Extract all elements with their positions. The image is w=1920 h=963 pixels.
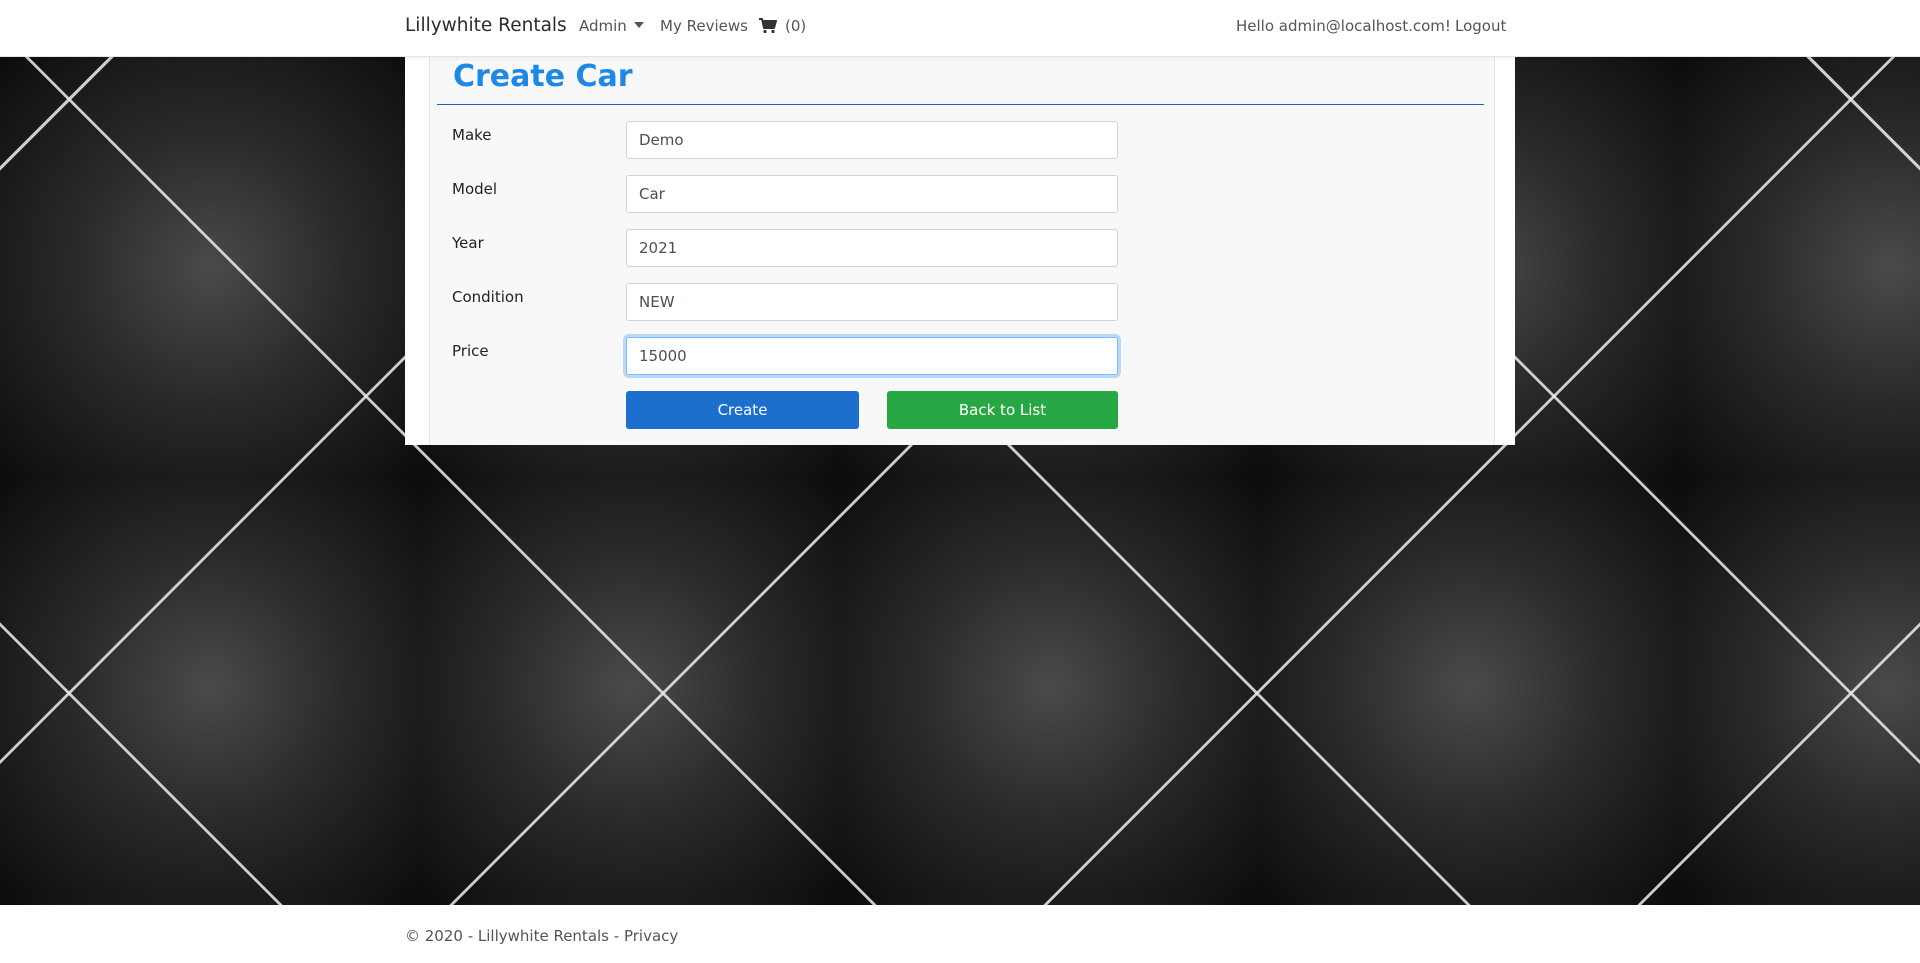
privacy-link[interactable]: Privacy: [624, 927, 678, 945]
admin-dropdown[interactable]: Admin: [579, 17, 644, 35]
condition-input[interactable]: [626, 283, 1118, 321]
cart-count: (0): [785, 17, 807, 35]
caret-down-icon: [633, 22, 644, 28]
copyright-text: © 2020 - Lillywhite Rentals -: [405, 927, 620, 945]
top-navbar: Lillywhite Rentals Admin My Reviews (0) …: [0, 0, 1920, 57]
title-divider: [437, 104, 1484, 105]
model-label: Model: [452, 180, 498, 198]
model-row: Model: [405, 175, 1515, 215]
user-greeting-link[interactable]: Hello admin@localhost.com!: [1236, 17, 1451, 35]
create-car-panel: Create Car Make Model Year Condition Pri…: [405, 57, 1515, 445]
make-label: Make: [452, 126, 492, 144]
price-label: Price: [452, 342, 489, 360]
footer: © 2020 - Lillywhite Rentals - Privacy: [0, 905, 1920, 963]
logout-button[interactable]: Logout: [1455, 17, 1506, 35]
navbar-container: Lillywhite Rentals Admin My Reviews (0) …: [405, 0, 1515, 56]
footer-text: © 2020 - Lillywhite Rentals - Privacy: [405, 927, 678, 945]
actions-row: Create Back to List: [405, 391, 1515, 431]
page-title: Create Car: [453, 59, 633, 94]
make-row: Make: [405, 121, 1515, 161]
make-input[interactable]: [626, 121, 1118, 159]
condition-row: Condition: [405, 283, 1515, 323]
brand-link[interactable]: Lillywhite Rentals: [405, 15, 567, 36]
year-row: Year: [405, 229, 1515, 269]
model-input[interactable]: [626, 175, 1118, 213]
my-reviews-link[interactable]: My Reviews: [660, 17, 748, 35]
condition-label: Condition: [452, 288, 524, 306]
create-button[interactable]: Create: [626, 391, 859, 429]
price-row: Price: [405, 337, 1515, 377]
back-to-list-button[interactable]: Back to List: [887, 391, 1118, 429]
year-label: Year: [452, 234, 484, 252]
admin-dropdown-label: Admin: [579, 17, 627, 35]
year-input[interactable]: [626, 229, 1118, 267]
price-input[interactable]: [626, 337, 1118, 375]
cart-link[interactable]: (0): [759, 17, 806, 35]
shopping-cart-icon: [759, 18, 777, 34]
